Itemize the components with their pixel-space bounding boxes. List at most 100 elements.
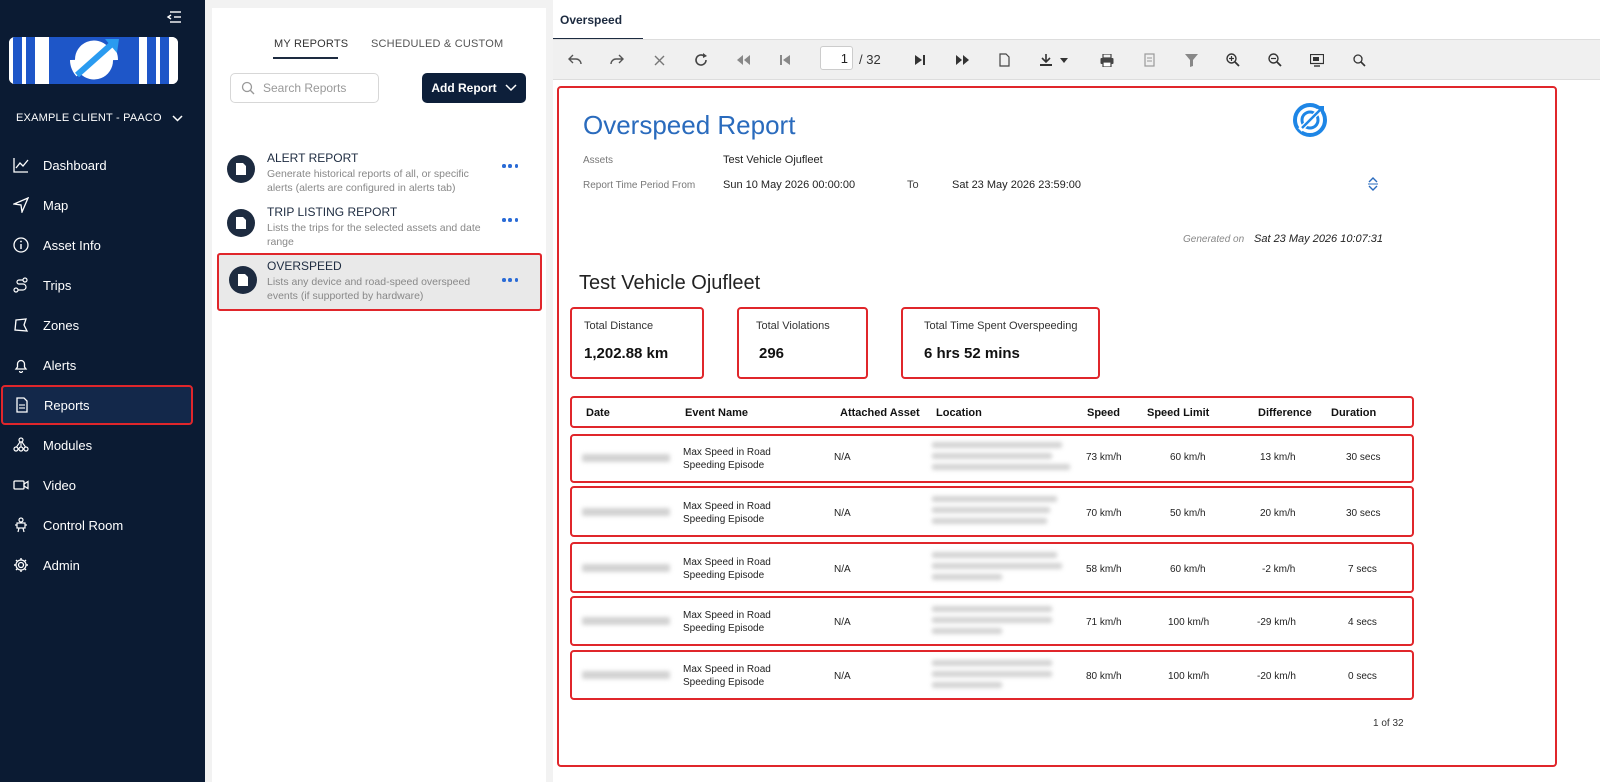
page-icon[interactable] (994, 51, 1014, 69)
collapse-menu-icon[interactable] (166, 10, 182, 24)
sidebar-item-label: Modules (43, 437, 93, 453)
page-count: 1 of 32 (1373, 718, 1404, 729)
zoom-out-icon[interactable] (1265, 51, 1285, 69)
sidebar-item-alerts[interactable]: Alerts (0, 345, 205, 385)
redo-icon[interactable] (607, 51, 627, 69)
more-options-icon[interactable] (502, 277, 518, 283)
row-speed: 80 km/h (1086, 671, 1122, 682)
report-document-icon (227, 209, 255, 237)
route-icon (13, 277, 29, 293)
period-from: Sun 10 May 2026 00:00:00 (723, 179, 856, 191)
total-pages: / 32 (859, 52, 881, 67)
sidebar-item-reports[interactable]: Reports (1, 385, 193, 425)
more-options-icon[interactable] (502, 163, 518, 169)
redacted-date (582, 564, 670, 572)
download-dropdown-icon[interactable] (1058, 51, 1070, 69)
control-room-icon (13, 517, 29, 533)
close-icon[interactable] (649, 51, 669, 69)
search-box[interactable] (230, 73, 379, 103)
sidebar-item-trips[interactable]: Trips (0, 265, 205, 305)
row-duration: 30 secs (1346, 452, 1381, 463)
redacted-date (582, 454, 670, 462)
more-options-icon[interactable] (502, 217, 518, 223)
column-header-speed: Speed (1087, 407, 1121, 419)
client-selector[interactable]: EXAMPLE CLIENT - PAACO (16, 112, 183, 124)
tab-scheduled-custom[interactable]: SCHEDULED & CUSTOM (371, 38, 503, 50)
card-label: Total Violations (756, 320, 830, 332)
sidebar-item-zones[interactable]: Zones (0, 305, 205, 345)
sidebar-item-map[interactable]: Map (0, 185, 205, 225)
row-difference: 20 km/h (1260, 508, 1296, 519)
sidebar-item-asset-info[interactable]: Asset Info (0, 225, 205, 265)
add-report-label: Add Report (431, 81, 497, 95)
redacted-location (932, 671, 1052, 677)
zoom-in-icon[interactable] (1223, 51, 1243, 69)
row-speed-limit: 50 km/h (1170, 508, 1206, 519)
column-header-date: Date (586, 407, 610, 419)
last-page-icon[interactable] (910, 51, 930, 69)
print-icon[interactable] (1097, 51, 1117, 69)
document-settings-icon[interactable] (1139, 51, 1159, 69)
sidebar-item-label: Map (43, 197, 69, 213)
report-item-alert[interactable]: ALERT REPORT Generate historical reports… (217, 147, 542, 201)
tab-my-reports[interactable]: MY REPORTS (274, 38, 348, 50)
filter-icon[interactable] (1181, 51, 1201, 69)
column-header-asset: Attached Asset (840, 407, 920, 419)
card-label: Total Distance (584, 320, 654, 332)
sidebar-item-video[interactable]: Video (0, 465, 205, 505)
report-title: ALERT REPORT (267, 151, 359, 165)
redacted-location (932, 660, 1052, 666)
chevron-down-icon (172, 114, 183, 122)
row-event: Max Speed in Road Speeding Episode (683, 557, 771, 581)
redacted-date (582, 671, 670, 679)
refresh-icon[interactable] (691, 51, 711, 69)
active-tab-indicator (273, 57, 338, 59)
sidebar-item-admin[interactable]: Admin (0, 545, 205, 585)
undo-icon[interactable] (565, 51, 585, 69)
row-event: Max Speed in Road Speeding Episode (683, 664, 771, 688)
redacted-location (932, 464, 1070, 470)
document-icon (14, 397, 30, 413)
report-item-overspeed[interactable]: OVERSPEED Lists any device and road-spee… (217, 253, 542, 311)
add-report-button[interactable]: Add Report (422, 73, 526, 103)
table-row: Max Speed in Road Speeding Episode N/A 8… (570, 650, 1414, 700)
report-item-trip-listing[interactable]: TRIP LISTING REPORT Lists the trips for … (217, 201, 542, 255)
video-camera-icon (13, 477, 29, 493)
sidebar-item-label: Alerts (43, 357, 77, 373)
viewer-toolbar: 1 / 32 (553, 40, 1600, 80)
brand-logo-icon (1293, 103, 1327, 137)
first-page-icon[interactable] (775, 51, 795, 69)
sidebar-item-dashboard[interactable]: Dashboard (0, 145, 205, 185)
search-icon[interactable] (1349, 51, 1369, 69)
row-event: Max Speed in Road Speeding Episode (683, 610, 771, 634)
search-input[interactable] (263, 81, 373, 95)
client-name: EXAMPLE CLIENT - PAACO (16, 112, 162, 124)
fullscreen-icon[interactable] (1307, 51, 1327, 69)
row-event: Max Speed in Road Speeding Episode (683, 447, 771, 471)
reports-panel: MY REPORTS SCHEDULED & CUSTOM Add Report… (205, 0, 553, 782)
page-number-input[interactable]: 1 (820, 46, 853, 70)
row-difference: -29 km/h (1257, 617, 1296, 628)
chart-line-icon (13, 157, 29, 173)
redacted-location (932, 563, 1062, 569)
column-header-event: Event Name (685, 407, 748, 419)
report-title: TRIP LISTING REPORT (267, 205, 398, 219)
sidebar-nav: Dashboard Map Asset Info Trips Zones Ale… (0, 145, 205, 585)
company-logo (9, 37, 178, 84)
row-duration: 30 secs (1346, 508, 1381, 519)
sidebar-item-modules[interactable]: Modules (0, 425, 205, 465)
chevron-down-icon (505, 84, 517, 92)
zone-icon (13, 317, 29, 333)
sidebar-item-label: Dashboard (43, 157, 107, 173)
report-document-icon (229, 266, 257, 294)
column-header-location: Location (936, 407, 982, 419)
tab-overspeed[interactable]: Overspeed (553, 0, 643, 40)
fast-forward-icon[interactable] (952, 51, 972, 69)
expand-collapse-icon[interactable] (1367, 177, 1379, 191)
rewind-icon[interactable] (733, 51, 753, 69)
row-asset: N/A (834, 452, 851, 463)
download-icon[interactable] (1036, 51, 1056, 69)
redacted-location (932, 518, 1047, 524)
redacted-location (932, 606, 1052, 612)
sidebar-item-control-room[interactable]: Control Room (0, 505, 205, 545)
